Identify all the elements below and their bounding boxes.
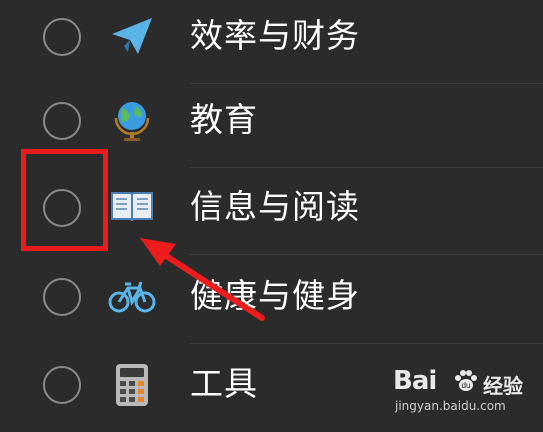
radio-button[interactable] <box>43 102 81 140</box>
list-item-label: 信息与阅读 <box>190 187 360 226</box>
list-item-label: 教育 <box>190 100 258 139</box>
highlight-box <box>21 149 108 251</box>
radio-button[interactable] <box>43 278 81 316</box>
divider <box>190 254 543 255</box>
paw-icon: du <box>455 370 477 391</box>
svg-text:du: du <box>462 381 471 390</box>
calculator-icon <box>108 360 156 408</box>
watermark-cn: 经验 <box>483 374 523 398</box>
watermark-url: jingyan.baidu.com <box>395 399 506 413</box>
paper-plane-icon <box>108 12 156 60</box>
open-book-icon <box>108 183 156 231</box>
list-item-efficiency-finance[interactable]: 效率与财务 <box>0 0 543 84</box>
list-item-label: 效率与财务 <box>190 16 360 55</box>
radio-button[interactable] <box>43 366 81 404</box>
baidu-jingyan-watermark: Bai du 经验 jingyan.baidu.com <box>393 366 533 416</box>
list-item-label: 工具 <box>190 364 258 403</box>
list-item-label: 健康与健身 <box>190 276 360 315</box>
watermark-brand: Bai <box>393 366 437 396</box>
radio-button[interactable] <box>43 18 81 56</box>
bicycle-icon <box>108 272 156 320</box>
list-item-health-fitness[interactable]: 健康与健身 <box>0 256 543 344</box>
globe-icon <box>108 96 156 144</box>
